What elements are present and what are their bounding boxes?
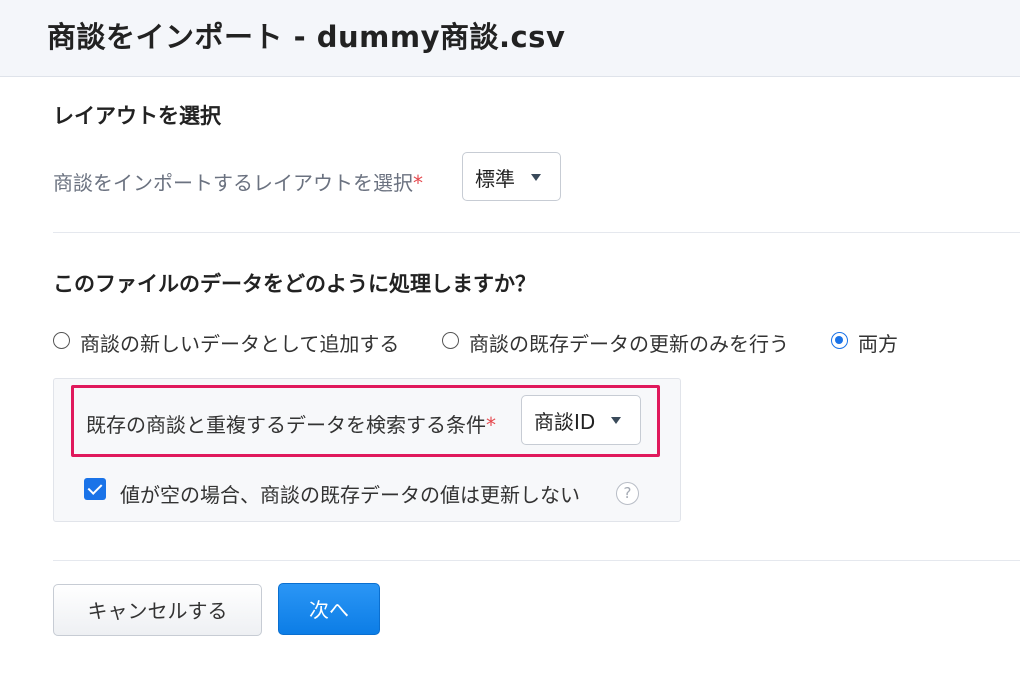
help-icon[interactable]: ? [616, 482, 639, 505]
caret-down-icon [531, 174, 541, 181]
process-section-title: このファイルのデータをどのように処理しますか？ [53, 272, 536, 296]
section-divider [53, 232, 1020, 233]
layout-select[interactable]: 標準 [462, 152, 561, 201]
duplicate-key-select[interactable]: 商談ID [521, 395, 641, 445]
duplicate-condition-label-text: 既存の商談と重複するデータを検索する条件 [86, 413, 486, 437]
layout-field-label: 商談をインポートするレイアウトを選択* [53, 167, 423, 196]
caret-down-icon [611, 417, 621, 424]
duplicate-key-select-value: 商談ID [534, 410, 596, 434]
page-title: 商談をインポート - dummy商談.csv [47, 20, 566, 54]
next-button[interactable]: 次へ [278, 583, 380, 635]
radio-option-label: 商談の既存データの更新のみを行う [469, 332, 789, 356]
radio-button[interactable] [442, 332, 459, 349]
duplicate-condition-label: 既存の商談と重複するデータを検索する条件* [86, 409, 496, 438]
layout-select-value: 標準 [475, 167, 515, 191]
skip-empty-values-checkbox[interactable] [84, 478, 106, 500]
required-mark: * [486, 413, 496, 437]
cancel-button[interactable]: キャンセルする [53, 584, 262, 636]
layout-section-title: レイアウトを選択 [53, 104, 221, 128]
radio-option-label: 商談の新しいデータとして追加する [80, 332, 400, 356]
radio-button-checked[interactable] [831, 332, 848, 349]
radio-option-both[interactable]: 両方 [831, 328, 921, 356]
radio-button[interactable] [53, 332, 70, 349]
required-mark: * [413, 171, 423, 195]
radio-option-add-new[interactable]: 商談の新しいデータとして追加する [53, 328, 423, 356]
footer-divider [53, 560, 1020, 561]
radio-option-label: 両方 [858, 332, 898, 356]
page-header: 商談をインポート - dummy商談.csv [0, 0, 1020, 77]
layout-field-label-text: 商談をインポートするレイアウトを選択 [53, 171, 413, 195]
radio-option-update-only[interactable]: 商談の既存データの更新のみを行う [442, 328, 812, 356]
skip-empty-values-label: 値が空の場合、商談の既存データの値は更新しない [120, 483, 580, 507]
